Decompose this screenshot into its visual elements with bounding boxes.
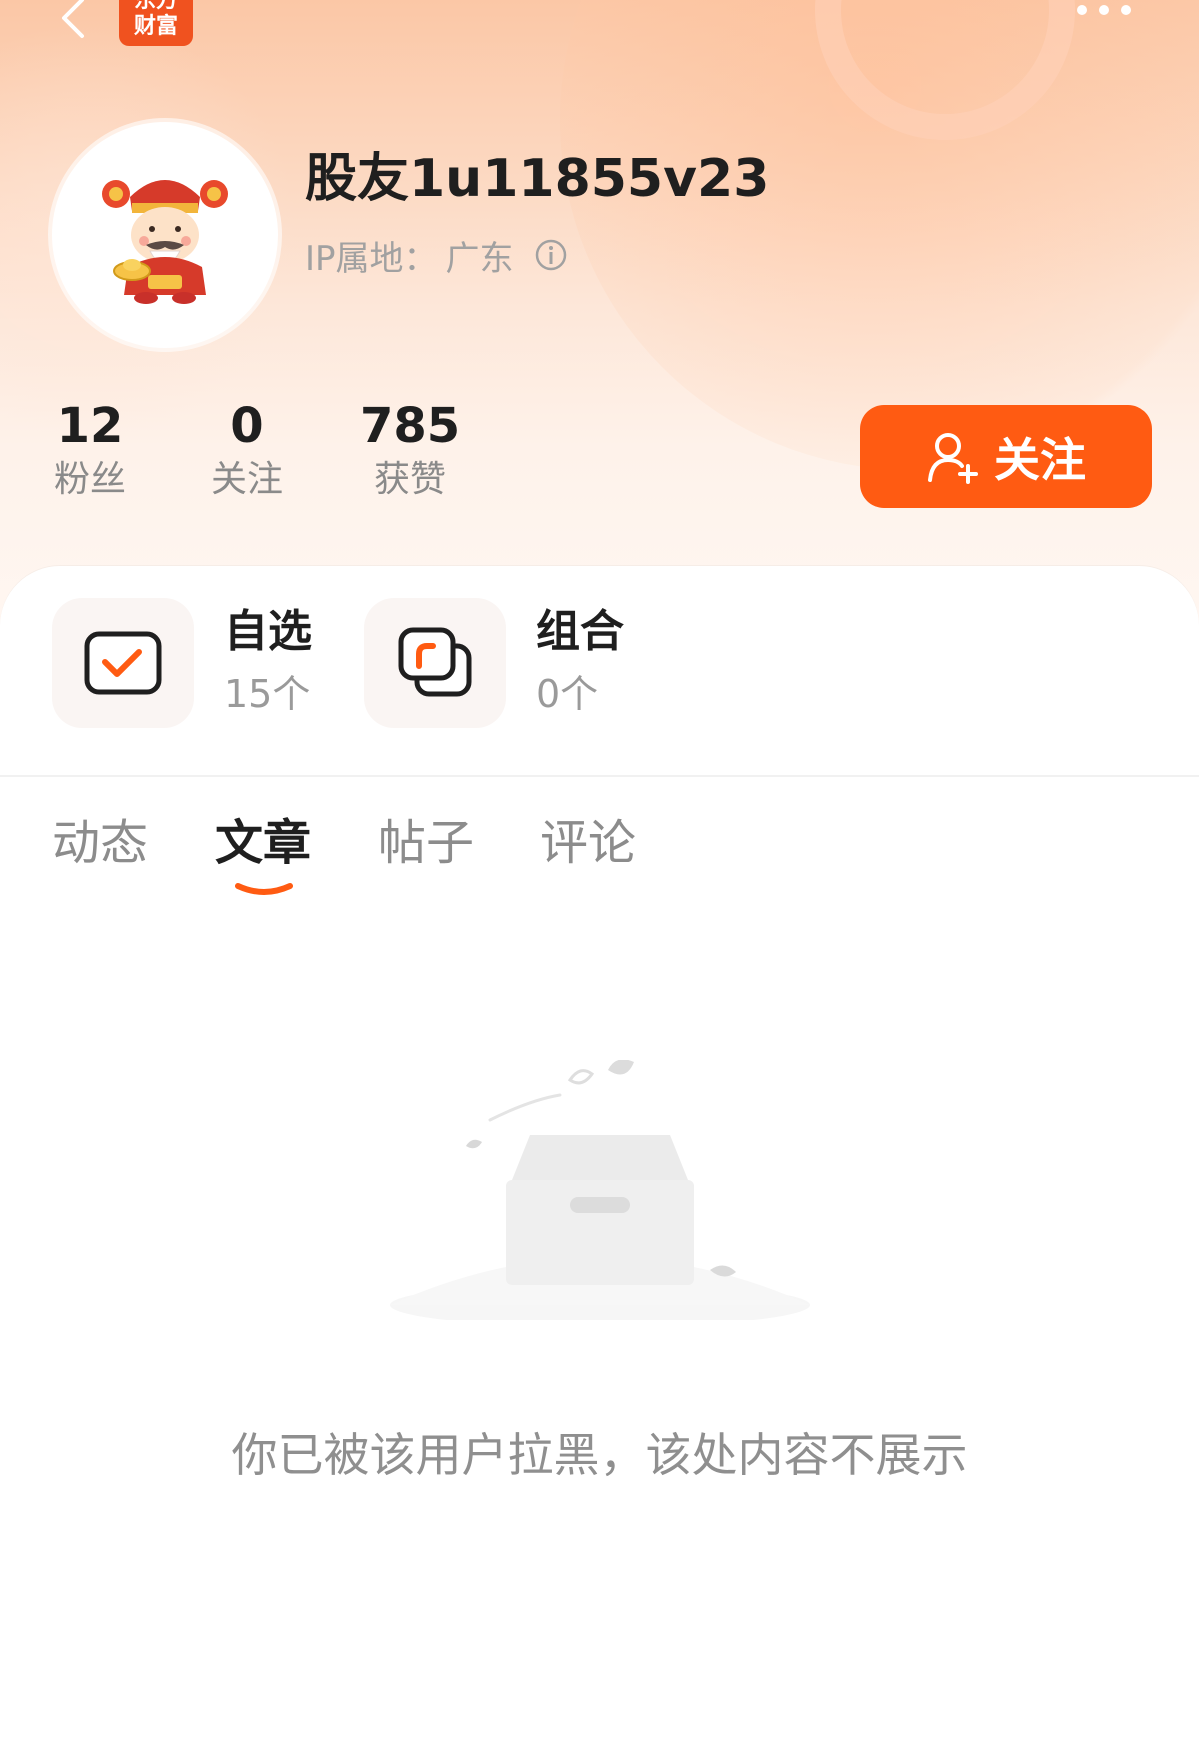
chevron-left-icon bbox=[62, 0, 84, 38]
ip-value: 广东 bbox=[445, 238, 514, 279]
god-of-wealth-avatar-icon bbox=[102, 180, 228, 304]
portfolio-icon-box bbox=[364, 598, 506, 728]
app-logo: 东方 财富 bbox=[119, 0, 193, 46]
portfolio-text: 组合 0个 bbox=[536, 601, 624, 725]
tab-posts[interactable]: 帖子 bbox=[378, 810, 474, 876]
stat-likes-count: 785 bbox=[360, 398, 461, 454]
stat-following[interactable]: 0 关注 bbox=[207, 398, 287, 506]
watchlist-check-icon bbox=[84, 631, 162, 695]
add-user-icon bbox=[928, 432, 978, 484]
stat-following-label: 关注 bbox=[210, 459, 283, 500]
follow-button-label: 关注 bbox=[994, 432, 1086, 487]
stat-fans[interactable]: 12 粉丝 bbox=[50, 398, 130, 506]
active-tab-indicator bbox=[235, 883, 293, 895]
ip-label: IP属地： bbox=[305, 238, 438, 279]
portfolio-title: 组合 bbox=[536, 606, 624, 657]
stat-likes[interactable]: 785 获赞 bbox=[360, 398, 460, 506]
stat-fans-label: 粉丝 bbox=[53, 459, 126, 500]
logo-line-1: 东方 bbox=[133, 0, 178, 13]
empty-box-icon bbox=[390, 1060, 810, 1320]
username: 股友1u11855v23 bbox=[305, 149, 770, 209]
portfolio-entry[interactable]: 组合 0个 bbox=[364, 598, 624, 728]
tab-comments[interactable]: 评论 bbox=[540, 810, 636, 876]
empty-state-message: 你已被该用户拉黑，该处内容不展示 bbox=[231, 1428, 968, 1482]
section-divider bbox=[0, 775, 1199, 777]
watchlist-text: 自选 15个 bbox=[224, 601, 312, 725]
watchlist-icon-box bbox=[52, 598, 194, 728]
watchlist-title: 自选 bbox=[224, 606, 312, 657]
profile-screen: 东方 财富 股友1u11855v23 IP属地： 广东 12 粉丝 0 关注 7… bbox=[0, 0, 1199, 1740]
watchlist-count: 15个 bbox=[224, 672, 311, 716]
logo-line-2: 财富 bbox=[133, 14, 178, 39]
info-icon[interactable] bbox=[534, 238, 568, 272]
tab-articles[interactable]: 文章 bbox=[215, 810, 311, 876]
more-dots-icon bbox=[1077, 5, 1131, 15]
avatar[interactable] bbox=[52, 122, 278, 348]
stat-following-count: 0 bbox=[230, 398, 264, 454]
back-button[interactable] bbox=[48, 0, 96, 48]
watchlist-entry[interactable]: 自选 15个 bbox=[52, 598, 312, 728]
stat-likes-label: 获赞 bbox=[373, 459, 446, 500]
more-button[interactable] bbox=[1072, 0, 1162, 24]
follow-button[interactable]: 关注 bbox=[860, 405, 1152, 508]
stat-fans-count: 12 bbox=[56, 398, 124, 454]
portfolio-count: 0个 bbox=[536, 672, 599, 716]
tab-dynamics[interactable]: 动态 bbox=[52, 810, 148, 876]
portfolio-icon bbox=[398, 627, 472, 697]
ip-location: IP属地： 广东 bbox=[305, 235, 568, 279]
